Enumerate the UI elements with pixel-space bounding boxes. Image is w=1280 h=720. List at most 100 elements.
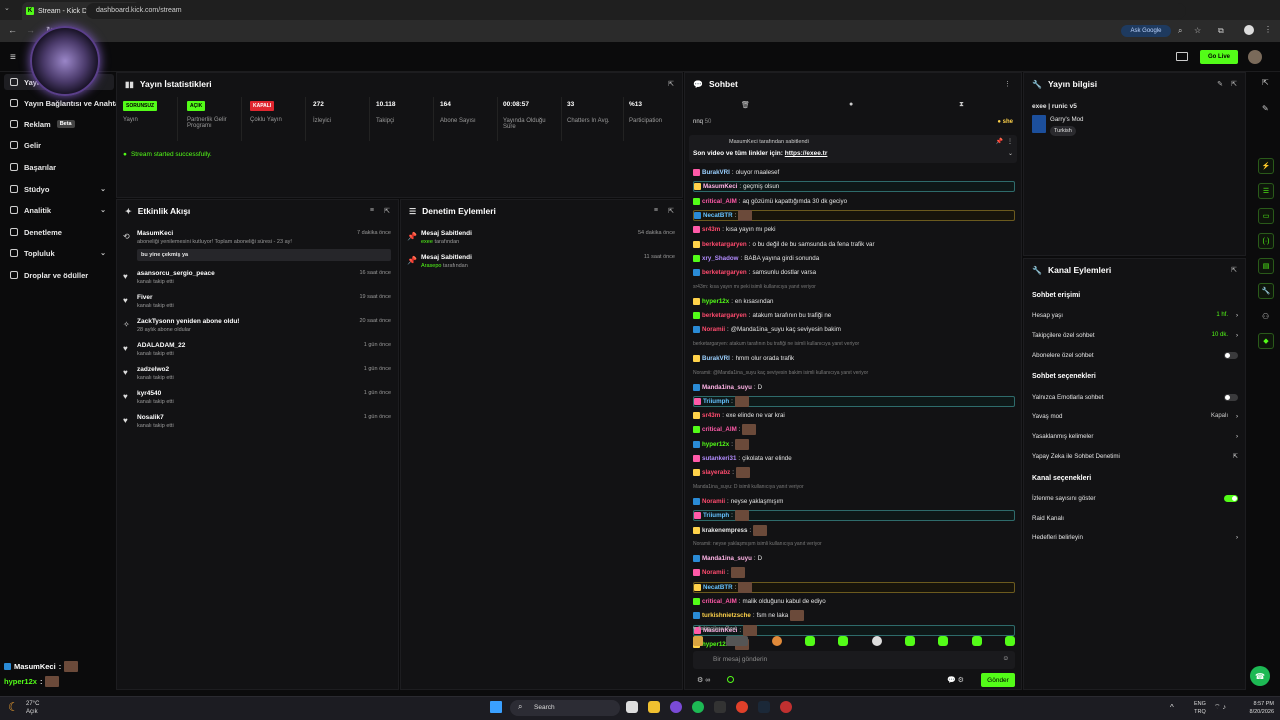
nav-item-droplar[interactable]: Droplar ve ödüller bbox=[10, 268, 110, 282]
popout-icon[interactable]: ⇱ bbox=[384, 207, 390, 215]
rail-wrench-icon[interactable]: 🔧 bbox=[1258, 283, 1274, 299]
chat-username[interactable]: slayerabz bbox=[702, 469, 730, 476]
chat-message[interactable]: berketargaryen: o bu değil de bu samsunda… bbox=[693, 239, 1015, 250]
chat-message[interactable]: slayerabz: bbox=[693, 467, 1015, 479]
network-volume-icon[interactable]: ⌔ ♪ bbox=[1214, 703, 1226, 712]
chat-username[interactable]: berketargaryen bbox=[702, 312, 747, 319]
theater-icon[interactable] bbox=[1176, 52, 1188, 61]
filter-icon[interactable]: ≡ bbox=[370, 207, 374, 214]
app-icon[interactable] bbox=[780, 701, 792, 713]
steam-icon[interactable] bbox=[758, 701, 770, 713]
chat-message[interactable]: hyper12x: bbox=[693, 438, 1015, 450]
toggle-switch[interactable] bbox=[1224, 494, 1238, 502]
nav-item-studyo[interactable]: Stüdyo ⌄ bbox=[10, 182, 110, 196]
chat-message[interactable]: NecatBTR: bbox=[693, 581, 1015, 593]
ask-google-button[interactable]: Ask Google bbox=[1121, 25, 1171, 37]
setting-row[interactable]: Hedefleri belirleyin › bbox=[1032, 532, 1238, 542]
spotify-icon[interactable] bbox=[692, 701, 704, 713]
nav-item-stream-key[interactable]: Yayın Bağlantısı ve Anahtar bbox=[10, 96, 116, 110]
setting-row[interactable]: Raid Kanalı bbox=[1032, 513, 1238, 523]
chat-message[interactable]: hyper12x: en kısasından bbox=[693, 296, 1015, 307]
toggle-switch[interactable] bbox=[1224, 393, 1238, 401]
chat-message[interactable]: sr43m: exe elinde ne var krai bbox=[693, 410, 1015, 421]
chat-username[interactable]: hyper12x bbox=[702, 441, 729, 448]
chat-username[interactable]: Noramii bbox=[702, 498, 725, 505]
hourglass-icon[interactable]: ⧗ bbox=[959, 101, 964, 109]
chat-username[interactable]: Triiumph bbox=[703, 398, 729, 405]
tray-chevron-icon[interactable]: ^ bbox=[1170, 703, 1174, 712]
forward-icon[interactable]: → bbox=[26, 25, 35, 35]
chat-message[interactable]: xry_Shadow: BABA yayına girdi sonunda bbox=[693, 253, 1015, 264]
popout-icon[interactable]: ⇱ bbox=[668, 207, 674, 215]
chat-username[interactable]: Noramii bbox=[702, 326, 725, 333]
settings-icons[interactable]: ⚙ ∞ bbox=[697, 676, 710, 684]
emote-icon[interactable] bbox=[938, 636, 949, 646]
help-chat-icon[interactable]: ☎ bbox=[1250, 666, 1270, 686]
toggle-switch[interactable] bbox=[1224, 351, 1238, 359]
emote-icon[interactable] bbox=[838, 636, 849, 646]
chat-settings-icon[interactable]: 💬 ⚙ bbox=[947, 676, 964, 684]
trash-icon[interactable]: 🗑 bbox=[741, 101, 750, 109]
user-avatar[interactable] bbox=[1248, 50, 1262, 64]
chat-message[interactable]: sr43m: kısa yayın mı peki bbox=[693, 224, 1015, 235]
chat-username[interactable]: Manda1ina_suyu bbox=[702, 384, 752, 391]
pinned-menu-icon[interactable]: ⋮ bbox=[1007, 138, 1013, 145]
emote-icon[interactable] bbox=[804, 636, 815, 646]
edit-icon[interactable]: ✎ bbox=[1217, 80, 1223, 88]
file-explorer-icon[interactable] bbox=[648, 701, 660, 713]
chat-message[interactable]: Triiumph: bbox=[693, 395, 1015, 407]
floating-webcam-bubble[interactable] bbox=[30, 26, 100, 96]
setting-row[interactable]: Yapay Zeka ile Sohbet Denetimi ⇱ bbox=[1032, 451, 1238, 461]
chat-message[interactable]: critical_AIM: malik olduğunu kabul de edi… bbox=[693, 596, 1015, 607]
rail-list-icon[interactable]: ☰ bbox=[1258, 183, 1274, 199]
chat-message[interactable]: BurakVRI: hmm olur orada trafik bbox=[693, 353, 1015, 364]
chat-username[interactable]: berketargaryen bbox=[702, 269, 747, 276]
chrome-icon[interactable] bbox=[736, 701, 748, 713]
chat-message[interactable]: Manda1ina_suyu: D bbox=[693, 553, 1015, 564]
chat-bubble-icon[interactable]: ● bbox=[849, 101, 853, 108]
nav-item-analitik[interactable]: Analitik ⌄ bbox=[10, 203, 110, 217]
browser-menu-icon[interactable]: ⋮ bbox=[1264, 25, 1272, 34]
chat-username[interactable]: sr43m bbox=[702, 226, 720, 233]
address-bar[interactable]: dashboard.kick.com/stream bbox=[86, 3, 1186, 19]
rail-shield-icon[interactable]: ◆ bbox=[1258, 333, 1274, 349]
chat-username[interactable]: NecatBTR bbox=[703, 584, 733, 591]
nav-item-reklam[interactable]: Reklam Beta bbox=[10, 117, 110, 131]
bookmark-star-icon[interactable]: ☆ bbox=[1194, 26, 1201, 35]
nav-item-topluluk[interactable]: Topluluk ⌄ bbox=[10, 246, 110, 260]
setting-row[interactable]: Takipçilere özel sohbet 10 dk. › bbox=[1032, 330, 1238, 340]
rail-server-icon[interactable]: ▤ bbox=[1258, 258, 1274, 274]
terminal-icon[interactable] bbox=[714, 701, 726, 713]
weather-icon[interactable]: ☾ bbox=[8, 700, 19, 714]
popout-icon[interactable]: ⇱ bbox=[1231, 266, 1237, 274]
task-view-icon[interactable] bbox=[626, 701, 638, 713]
chat-message[interactable]: NecatBTR: bbox=[693, 209, 1015, 221]
chat-message[interactable]: krakenempress: bbox=[693, 524, 1015, 536]
emote-icon[interactable] bbox=[726, 636, 749, 646]
back-icon[interactable]: ← bbox=[8, 25, 17, 35]
emote-icon[interactable] bbox=[771, 636, 782, 646]
chat-message[interactable]: berketargaryen: atakum tarafının bu trafi… bbox=[693, 310, 1015, 321]
rail-chat-icon[interactable]: ▭ bbox=[1258, 208, 1274, 224]
chat-username[interactable]: sutankeri31 bbox=[702, 455, 736, 462]
profile-avatar[interactable] bbox=[1244, 25, 1254, 35]
pinned-message[interactable]: MasumKeci tarafından sabitlendi Son vide… bbox=[689, 135, 1017, 163]
emote-icon[interactable] bbox=[971, 636, 982, 646]
app-icon[interactable] bbox=[670, 701, 682, 713]
chat-message[interactable]: critical_AIM: aq gözümü kapattığımda 30 d… bbox=[693, 196, 1015, 207]
emote-icon[interactable] bbox=[871, 636, 882, 646]
nav-item-gelir[interactable]: Gelir bbox=[10, 138, 110, 152]
chat-username[interactable]: MasumKeci bbox=[703, 183, 737, 190]
popout-icon[interactable]: ⇱ bbox=[668, 80, 674, 88]
chat-username[interactable]: sr43m bbox=[702, 412, 720, 419]
popout-icon[interactable]: ⇱ bbox=[1231, 80, 1237, 88]
chat-username[interactable]: critical_AIM bbox=[702, 598, 737, 605]
chat-message[interactable]: Noramii: @Manda1ina_suyu kaç seviyesin ba… bbox=[693, 324, 1015, 335]
chat-message[interactable]: sutankeri31: çikolata var elinde bbox=[693, 453, 1015, 464]
language-indicator[interactable]: ENG TRQ bbox=[1194, 700, 1206, 716]
rail-bolt-icon[interactable]: ⚡ bbox=[1258, 158, 1274, 174]
chat-username[interactable]: krakenempress bbox=[702, 527, 747, 534]
chat-username[interactable]: BurakVRI bbox=[702, 169, 730, 176]
chat-input[interactable]: Bir mesaj gönderin ☺ bbox=[693, 651, 1015, 669]
chat-username[interactable]: turkishnietzsche bbox=[702, 612, 751, 619]
